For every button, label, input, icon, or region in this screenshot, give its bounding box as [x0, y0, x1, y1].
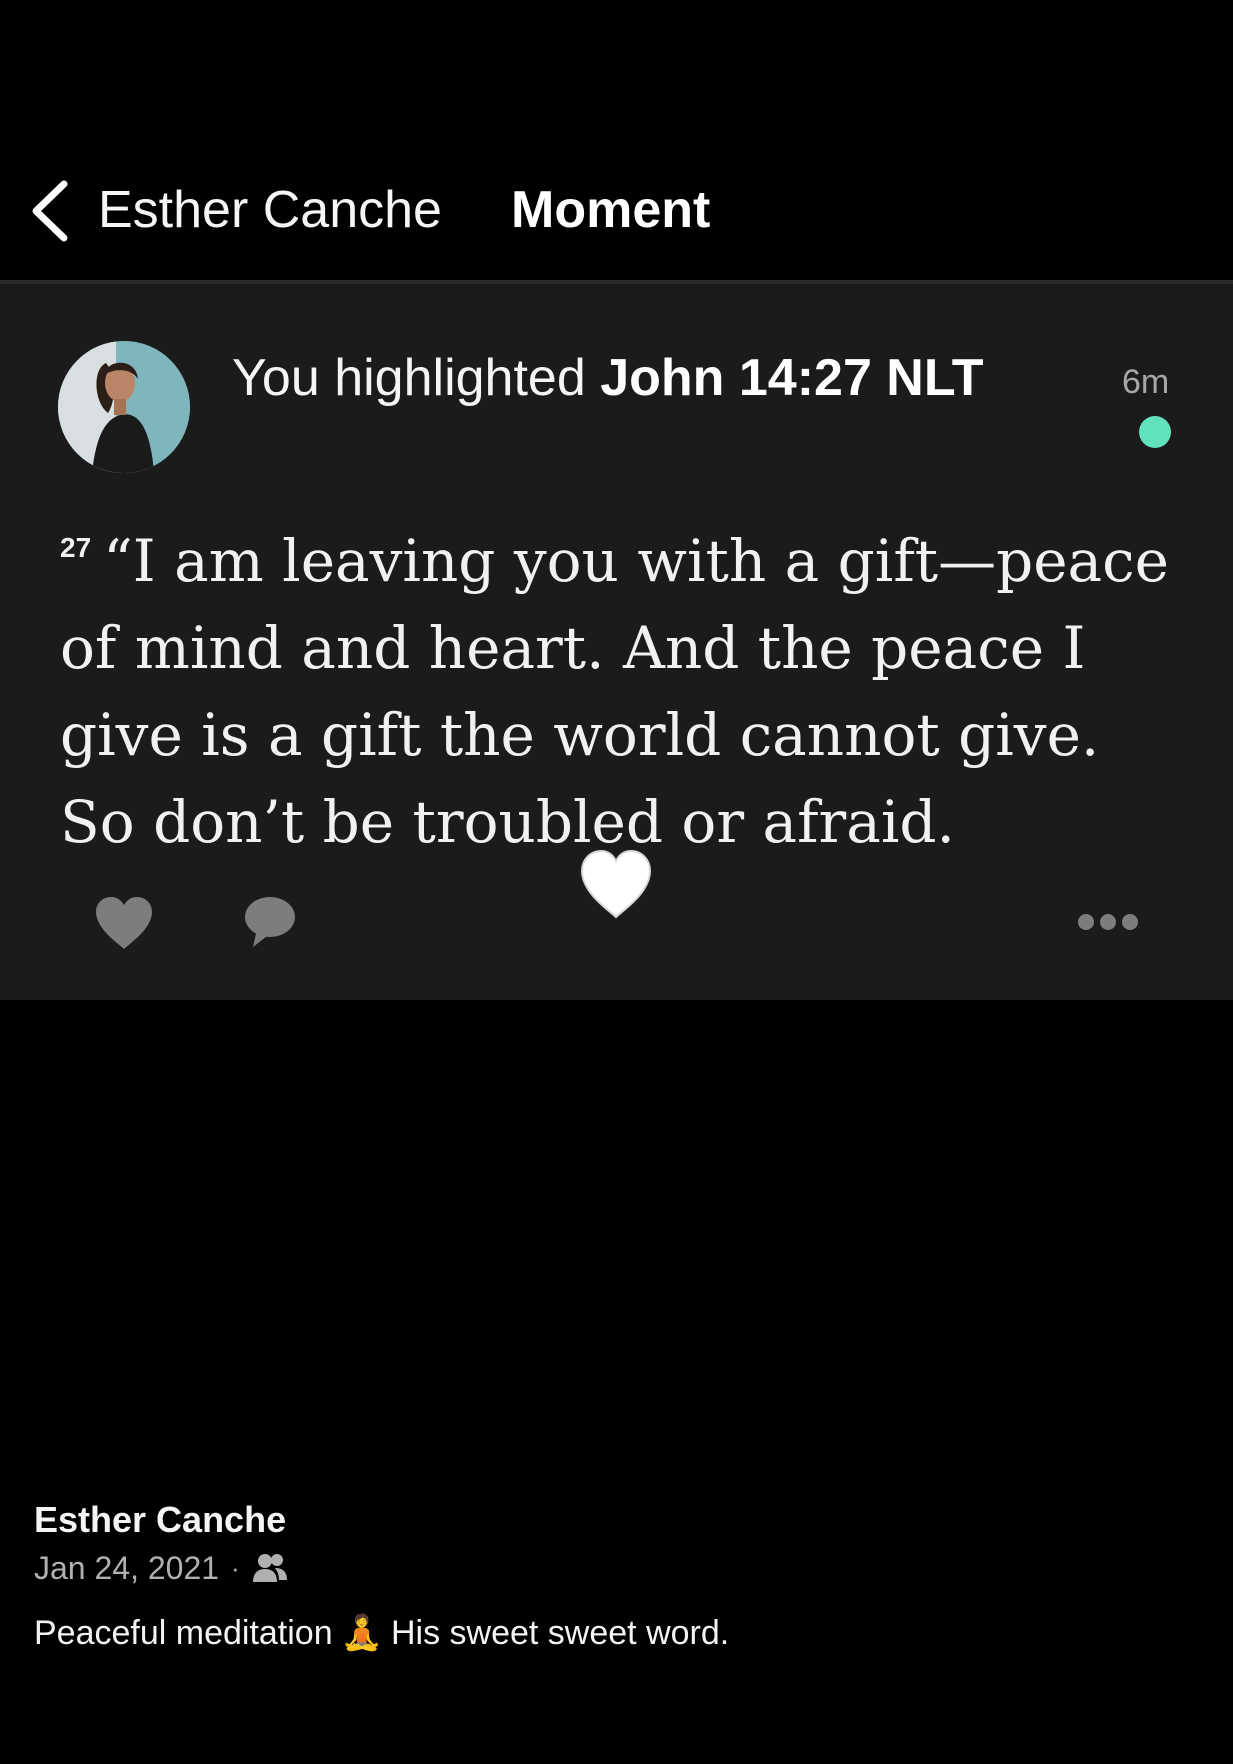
more-icon[interactable] — [1077, 912, 1139, 932]
timestamp: 6m — [1122, 363, 1170, 401]
back-button[interactable]: Esther Canche — [98, 178, 442, 242]
caption-text-end: His sweet sweet word. — [390, 1614, 730, 1652]
caption-text-start: Peaceful meditation — [34, 1614, 333, 1652]
comment-icon[interactable] — [243, 895, 297, 949]
avatar[interactable] — [58, 341, 190, 473]
page-title: Moment — [511, 181, 711, 239]
highlight-prefix: You highlighted — [232, 349, 601, 407]
verse-number: 27 — [60, 532, 92, 563]
post-author[interactable]: Esther Canche — [34, 1498, 286, 1542]
unread-indicator — [1139, 416, 1171, 448]
verse-text: 27 “I am leaving you with a gift—peace of… — [60, 504, 1185, 866]
heart-icon — [580, 849, 652, 919]
post-caption: Peaceful meditation 🧘 His sweet sweet word… — [34, 1610, 729, 1656]
chevron-left-icon[interactable] — [26, 176, 74, 246]
header: Esther Canche Moment — [0, 0, 1233, 284]
like-icon[interactable] — [94, 895, 154, 951]
friends-icon — [252, 1554, 287, 1582]
verse-body: “I am leaving you with a gift—peace of m… — [60, 527, 1169, 856]
highlight-summary: You highlighted John 14:27 NLT — [232, 346, 984, 410]
verse-reference[interactable]: John 14:27 NLT — [600, 349, 983, 407]
post-date: Jan 24, 2021 — [34, 1550, 220, 1586]
post-meta: Jan 24, 2021 · — [34, 1547, 288, 1589]
moment-card[interactable]: You highlighted John 14:27 NLT 6m 27 “I a… — [0, 284, 1233, 1000]
meta-separator: · — [231, 1553, 240, 1583]
meditation-emoji: 🧘 — [340, 1613, 383, 1653]
